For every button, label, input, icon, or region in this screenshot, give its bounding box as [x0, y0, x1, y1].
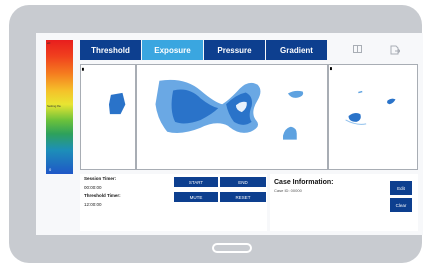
- tab-threshold[interactable]: Threshold: [80, 40, 141, 60]
- case-info-panel: Case Information: Case ID: 00000 Edit Cl…: [270, 174, 418, 231]
- case-id-text: Case ID: 00000: [274, 188, 302, 193]
- threshold-timer-label: Threshold Timer:: [84, 193, 121, 198]
- left-sensor-panel: [80, 64, 136, 170]
- session-timer-label: Session Timer:: [84, 176, 117, 181]
- tablet-frame: ≥0 Setting 8a 0 Threshold Exposure Press…: [9, 5, 423, 263]
- compare-icon[interactable]: [353, 45, 362, 55]
- color-scale-bar: ≥0 Setting 8a 0: [46, 40, 73, 174]
- session-timer-value: 00:00:00: [84, 185, 102, 190]
- end-button[interactable]: END: [220, 177, 266, 187]
- mute-button[interactable]: MUTE: [174, 192, 218, 202]
- session-controls-panel: Session Timer: 00:00:00 Threshold Timer:…: [80, 174, 267, 231]
- case-info-title: Case Information:: [274, 179, 334, 186]
- right-sensor-panel: [328, 64, 418, 170]
- scale-mid-label: Setting 8a: [47, 104, 61, 108]
- start-button[interactable]: START: [174, 177, 218, 187]
- tab-pressure[interactable]: Pressure: [204, 40, 265, 60]
- right-pressure-map: [329, 67, 396, 125]
- reset-button[interactable]: RESET: [220, 192, 266, 202]
- threshold-timer-value: 12:00:00: [84, 202, 102, 207]
- tab-exposure[interactable]: Exposure: [142, 40, 203, 60]
- export-icon[interactable]: [390, 45, 401, 57]
- home-button[interactable]: [212, 243, 252, 253]
- center-pressure-map: [155, 79, 304, 140]
- app-screen: ≥0 Setting 8a 0 Threshold Exposure Press…: [36, 33, 423, 235]
- left-pressure-map: [81, 67, 126, 115]
- scale-max-label: ≥0: [47, 41, 51, 45]
- scale-min-label: 0: [49, 167, 52, 172]
- center-sensor-panel: [136, 64, 328, 170]
- clear-button[interactable]: Clear: [390, 198, 412, 212]
- tab-gradient[interactable]: Gradient: [266, 40, 327, 60]
- edit-button[interactable]: Edit: [390, 181, 412, 195]
